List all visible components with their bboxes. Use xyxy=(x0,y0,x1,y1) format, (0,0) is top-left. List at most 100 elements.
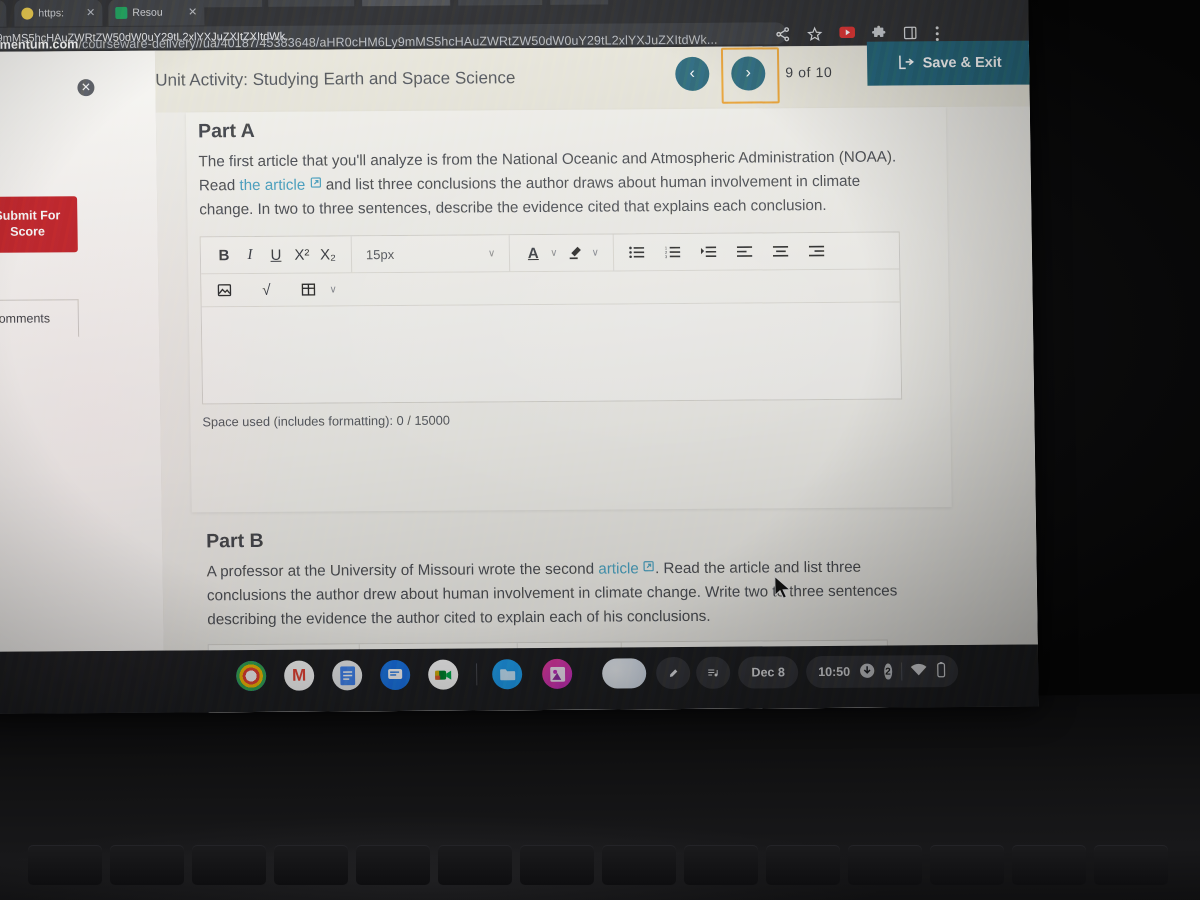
align-left-button[interactable] xyxy=(732,239,758,265)
gallery-icon[interactable] xyxy=(601,658,647,689)
close-icon[interactable]: ✕ xyxy=(86,6,95,19)
save-and-exit-button[interactable]: Save & Exit xyxy=(866,40,1032,86)
extensions-icon[interactable] xyxy=(871,25,887,42)
subscript-button[interactable]: X₂ xyxy=(315,241,341,267)
indent-button[interactable] xyxy=(696,239,722,265)
sheets-icon xyxy=(115,6,128,19)
next-page-button[interactable]: › xyxy=(731,56,766,91)
font-size-value: 15px xyxy=(365,246,395,262)
wifi-icon[interactable] xyxy=(910,663,927,679)
status-tray[interactable]: 10:50 2 xyxy=(805,655,959,689)
browser-tab[interactable]: https: ✕ xyxy=(14,0,103,27)
highlight-button[interactable] xyxy=(561,240,587,266)
stylus-button[interactable] xyxy=(655,656,691,690)
download-icon[interactable] xyxy=(859,662,875,681)
text-style-group: B I U X² X₂ xyxy=(201,236,352,273)
date-indicator[interactable]: Dec 8 xyxy=(737,656,799,689)
keyboard-key xyxy=(930,845,1004,885)
chevron-down-icon[interactable]: ∨ xyxy=(325,284,340,295)
align-center-button[interactable] xyxy=(768,238,794,264)
gmail-icon[interactable]: M xyxy=(283,660,315,691)
submit-for-score-button[interactable]: Submit For Score xyxy=(0,196,78,253)
chevron-down-icon[interactable]: ∨ xyxy=(484,248,499,259)
equation-button[interactable]: √ xyxy=(253,277,279,303)
close-icon[interactable]: ✕ xyxy=(188,5,197,18)
youtube-icon[interactable] xyxy=(839,26,856,42)
chrome-icon[interactable] xyxy=(235,660,267,692)
part-a-text: The first article that you'll analyze is… xyxy=(198,145,911,222)
numbered-list-button[interactable]: 123 xyxy=(660,239,686,265)
part-a-card: Part A The first article that you'll ana… xyxy=(185,107,952,513)
keyboard-key xyxy=(848,845,922,885)
chevron-down-icon[interactable]: ∨ xyxy=(546,247,561,258)
files-icon[interactable] xyxy=(491,659,523,690)
external-link-icon[interactable] xyxy=(643,559,655,578)
notification-badge[interactable]: 2 xyxy=(884,663,892,680)
keyboard-key xyxy=(520,845,594,885)
assignment-panel: Activity ✕ MITTED For ew Submit For Scor… xyxy=(0,50,165,653)
url-host: app.edmentum.com xyxy=(0,37,79,53)
previous-page-button[interactable]: ‹ xyxy=(675,56,710,92)
save-and-exit-label: Save & Exit xyxy=(922,54,1002,72)
keyboard-key xyxy=(1012,845,1086,885)
insert-image-button[interactable] xyxy=(211,277,237,303)
part-a-article-link[interactable]: the article xyxy=(239,177,305,194)
laptop-screen: 1880- ✕ Unit A ✕ Unit 1 ✕ Tenm ✕ xyxy=(0,0,1039,714)
submit-score-line2: Score xyxy=(10,224,46,239)
italic-button[interactable]: I xyxy=(237,242,263,268)
keyboard-key xyxy=(28,845,102,885)
external-link-icon[interactable] xyxy=(309,176,321,195)
keyboard-key xyxy=(766,845,840,885)
battery-icon[interactable] xyxy=(936,661,946,681)
tray-divider xyxy=(900,662,902,681)
photos-icon[interactable] xyxy=(541,658,573,689)
part-a-textarea[interactable] xyxy=(201,302,902,404)
insert-table-button[interactable] xyxy=(295,277,321,303)
part-b-text-before: A professor at the University of Missour… xyxy=(206,560,599,581)
web-page: Activity ✕ MITTED For ew Submit For Scor… xyxy=(0,40,1038,714)
superscript-button[interactable]: X² xyxy=(289,242,315,268)
activity-content: Part A The first article that you'll ana… xyxy=(155,106,1038,714)
keyboard-key xyxy=(274,845,348,885)
chat-icon[interactable] xyxy=(379,659,411,691)
tab-title: https: xyxy=(38,6,65,19)
tab-comments[interactable]: Comments xyxy=(0,299,80,339)
shelf-date: Dec 8 xyxy=(751,665,785,680)
keyboard-key xyxy=(684,845,758,885)
keyboard-key xyxy=(356,845,430,885)
chromeos-shelf: M Dec 8 10:50 2 xyxy=(0,644,1039,714)
bullet-list-button[interactable] xyxy=(624,239,650,265)
chevron-down-icon[interactable]: ∨ xyxy=(588,247,603,258)
sidepanel-icon[interactable] xyxy=(903,25,919,41)
shelf-divider xyxy=(476,663,478,686)
font-size-select[interactable]: 15px ∨ xyxy=(352,235,510,272)
underline-button[interactable]: U xyxy=(263,242,289,268)
part-a-space-used: Space used (includes formatting): 0 / 15… xyxy=(202,412,451,430)
bold-button[interactable]: B xyxy=(211,242,237,268)
color-group: A ∨ ∨ xyxy=(510,235,613,272)
media-controls-button[interactable] xyxy=(695,656,731,689)
browser-tab[interactable]: om ✕ xyxy=(0,0,7,28)
align-right-button[interactable] xyxy=(804,238,830,264)
list-align-group: 123 xyxy=(614,233,841,271)
part-b-text: A professor at the University of Missour… xyxy=(206,555,927,632)
remove-selected-files-label: e selected files xyxy=(0,269,98,284)
part-b-article-link[interactable]: article xyxy=(598,560,639,577)
svg-text:3: 3 xyxy=(665,254,668,259)
keyboard-row xyxy=(0,845,1200,900)
meet-icon[interactable] xyxy=(427,659,459,690)
docs-icon[interactable] xyxy=(331,660,363,691)
editor-toolbar-row2: √ ∨ xyxy=(201,269,900,308)
exit-icon xyxy=(897,53,914,74)
laptop-photo: 1880- ✕ Unit A ✕ Unit 1 ✕ Tenm ✕ xyxy=(0,0,1200,900)
keyboard-key xyxy=(1094,845,1168,885)
part-b-heading: Part B xyxy=(206,529,264,553)
page-counter: 9 of 10 xyxy=(785,63,833,81)
activity-header: Unit Activity: Studying Earth and Space … xyxy=(154,40,1032,113)
part-a-editor[interactable]: B I U X² X₂ 15px ∨ A ∨ ∨ 1 2 3 √ ∨ xyxy=(199,231,903,405)
close-icon[interactable]: ✕ xyxy=(77,79,95,97)
text-color-button[interactable]: A xyxy=(520,240,546,266)
kebab-menu-icon[interactable] xyxy=(935,25,951,42)
browser-tab[interactable]: Resou ✕ xyxy=(108,0,205,27)
editor-toolbar-row1: B I U X² X₂ 15px ∨ xyxy=(200,232,900,275)
